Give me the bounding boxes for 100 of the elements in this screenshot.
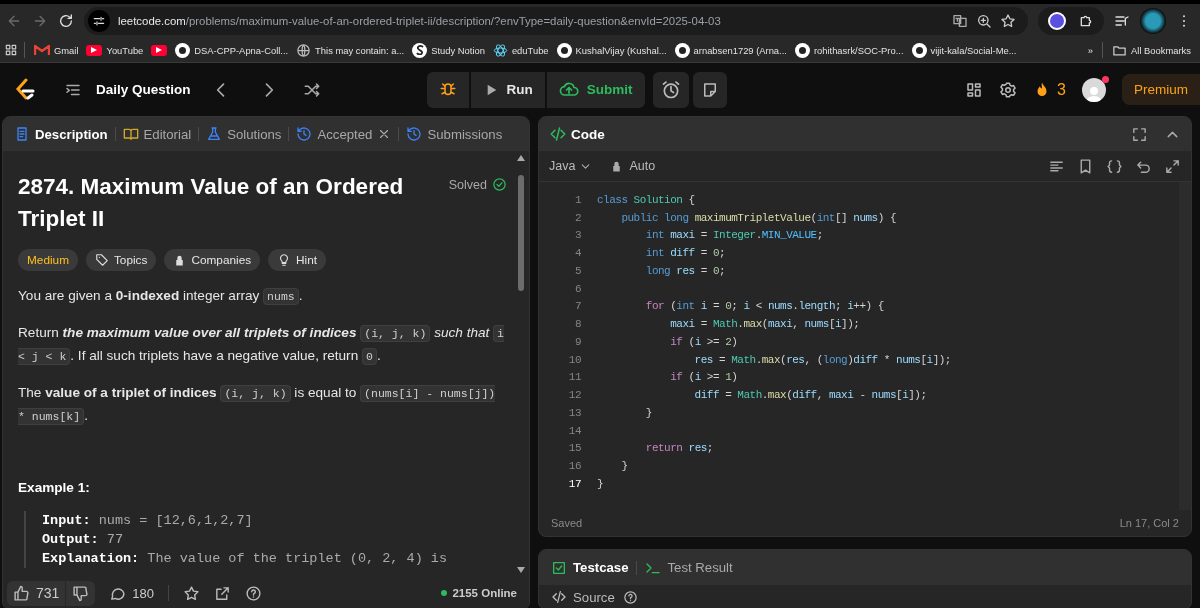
code-icon bbox=[549, 125, 567, 143]
line-number: 17 bbox=[567, 477, 581, 490]
premium-button[interactable]: Premium bbox=[1122, 74, 1200, 105]
line-number: 13 bbox=[567, 406, 581, 419]
run-button[interactable]: Run bbox=[470, 71, 545, 108]
zoom-icon[interactable] bbox=[976, 13, 992, 29]
all-bookmarks-button[interactable]: All Bookmarks bbox=[1109, 39, 1194, 61]
extension-icon[interactable] bbox=[1048, 12, 1066, 30]
bookmark-star-icon[interactable] bbox=[1000, 13, 1016, 29]
line-number: 14 bbox=[567, 424, 581, 437]
scrollbar-track[interactable] bbox=[1179, 182, 1191, 510]
line-number: 4 bbox=[573, 247, 581, 260]
bookmark-item[interactable]: This may contain: a... bbox=[293, 39, 408, 61]
bookmark-item[interactable]: rohithasrk/SOC-Pro... bbox=[791, 39, 907, 61]
history-icon bbox=[296, 126, 313, 142]
circle-logo-icon bbox=[911, 42, 927, 58]
code-line: int diff = 0; bbox=[644, 247, 726, 260]
site-settings-icon[interactable] bbox=[88, 10, 110, 32]
panel-tab[interactable]: Testcase bbox=[551, 559, 629, 576]
panel-tab[interactable]: Editorial bbox=[117, 122, 197, 146]
panel-tab[interactable]: Accepted bbox=[291, 122, 397, 146]
forward-arrow-icon bbox=[32, 13, 48, 29]
code-line: if (i >= 2) bbox=[669, 335, 738, 348]
panel-tab[interactable]: Submissions bbox=[401, 122, 508, 146]
play-icon bbox=[86, 44, 103, 56]
braces-icon[interactable] bbox=[1106, 157, 1123, 175]
notes-button[interactable] bbox=[692, 71, 727, 108]
bookmark-item[interactable]: DSA-CPP-Apna-Coll... bbox=[172, 39, 292, 61]
s-logo-icon bbox=[412, 42, 428, 58]
more-bookmarks-button[interactable]: » bbox=[1084, 39, 1097, 61]
solved-status: Solved bbox=[448, 171, 507, 192]
code-icon bbox=[551, 589, 567, 605]
settings-icon[interactable] bbox=[999, 80, 1018, 99]
bookmark-item[interactable]: eduTube bbox=[489, 39, 552, 61]
forward-button[interactable] bbox=[32, 13, 48, 29]
thumbs-down-icon bbox=[72, 584, 90, 602]
logo-icon[interactable] bbox=[14, 77, 36, 102]
topic-chip[interactable]: Topics bbox=[85, 249, 157, 271]
description-paragraph: You are given a 0-indexed integer array nums . bbox=[18, 287, 304, 307]
online-count: 2155 Online bbox=[441, 587, 517, 599]
scroll-up-icon[interactable] bbox=[517, 155, 525, 161]
comments-button[interactable]: 180 bbox=[109, 584, 155, 602]
media-queue-icon[interactable] bbox=[1114, 13, 1130, 29]
problem-title: 2874. Maximum Value of an Ordered Triplet II bbox=[18, 173, 405, 233]
share-icon[interactable] bbox=[214, 584, 232, 602]
line-number: 1 bbox=[573, 193, 581, 206]
back-button[interactable] bbox=[6, 13, 22, 29]
shuffle-icon[interactable] bbox=[302, 80, 321, 99]
code-line: if (i >= 1) bbox=[669, 371, 738, 384]
debug-button[interactable] bbox=[426, 71, 469, 108]
panel-tab[interactable]: Solutions bbox=[201, 122, 287, 146]
line-number: 12 bbox=[567, 389, 581, 402]
atom-icon bbox=[492, 42, 508, 58]
code-line: int maxi = Integer.MIN_VALUE; bbox=[644, 229, 823, 242]
auto-mode-label[interactable]: Auto bbox=[610, 159, 656, 173]
bookmark-item[interactable]: YouTube bbox=[83, 39, 147, 61]
tag-icon bbox=[94, 253, 109, 267]
line-number: 10 bbox=[567, 353, 581, 366]
translate-icon[interactable] bbox=[952, 13, 968, 29]
help-icon[interactable] bbox=[245, 584, 263, 602]
code-line: } bbox=[597, 477, 604, 490]
bookmark-item[interactable]: Gmail bbox=[31, 39, 82, 61]
puzzle-icon[interactable] bbox=[1078, 13, 1094, 29]
fullscreen-icon[interactable] bbox=[1131, 125, 1148, 143]
thumbs-up-icon bbox=[13, 584, 30, 602]
flask-icon bbox=[206, 126, 223, 142]
user-avatar[interactable] bbox=[1082, 77, 1106, 102]
profile-avatar[interactable] bbox=[1140, 8, 1166, 34]
apps-icon[interactable] bbox=[4, 43, 18, 57]
language-dropdown[interactable]: Java bbox=[549, 159, 593, 173]
scroll-down-icon[interactable] bbox=[517, 567, 525, 573]
expand-icon[interactable] bbox=[1164, 157, 1181, 175]
code-line: public long maximumTripletValue(int[] nums) { bbox=[620, 211, 896, 224]
timer-button[interactable] bbox=[652, 71, 689, 108]
bookmark-item[interactable]: arnabsen1729 (Arna... bbox=[671, 39, 790, 61]
m-letter-icon bbox=[34, 44, 50, 56]
line-number: 8 bbox=[573, 318, 581, 331]
layout-icon[interactable] bbox=[965, 80, 984, 99]
source-label: Source bbox=[551, 589, 615, 605]
example-line: Explanation: The value of the triplet (0, 2, 4) is bbox=[42, 550, 449, 568]
help-icon[interactable] bbox=[622, 589, 638, 605]
topic-chip[interactable]: Hint bbox=[268, 249, 327, 271]
address-bar[interactable]: leetcode.com/problems/maximum-value-of-an-ordered-triplet-ii/description/?envType=daily-question&envId=2025-04-03 bbox=[84, 7, 1028, 35]
panel-tab[interactable]: Description bbox=[9, 122, 113, 146]
topic-chip[interactable]: Companies bbox=[164, 249, 261, 271]
bookmark-item[interactable]: vijit-kala/Social-Me... bbox=[908, 39, 1020, 61]
streak-counter[interactable]: 3 bbox=[1033, 80, 1066, 99]
scrollbar-thumb[interactable] bbox=[518, 175, 524, 291]
reload-icon bbox=[58, 13, 74, 29]
star-icon[interactable] bbox=[183, 584, 201, 602]
code-line: diff = Math.max(diff, maxi - nums[i]); bbox=[693, 389, 927, 402]
panel-tab[interactable]: Test Result bbox=[645, 559, 733, 576]
line-number: 11 bbox=[567, 371, 581, 384]
submit-button[interactable]: Submit bbox=[546, 71, 645, 108]
code-line: class Solution { bbox=[597, 193, 695, 206]
back-arrow-icon bbox=[6, 13, 22, 29]
bookmark-item[interactable]: KushalVijay (Kushal... bbox=[553, 39, 670, 61]
reload-button[interactable] bbox=[58, 13, 74, 29]
bookmark-item[interactable]: Study Notion bbox=[409, 39, 488, 61]
history-icon bbox=[406, 126, 423, 142]
